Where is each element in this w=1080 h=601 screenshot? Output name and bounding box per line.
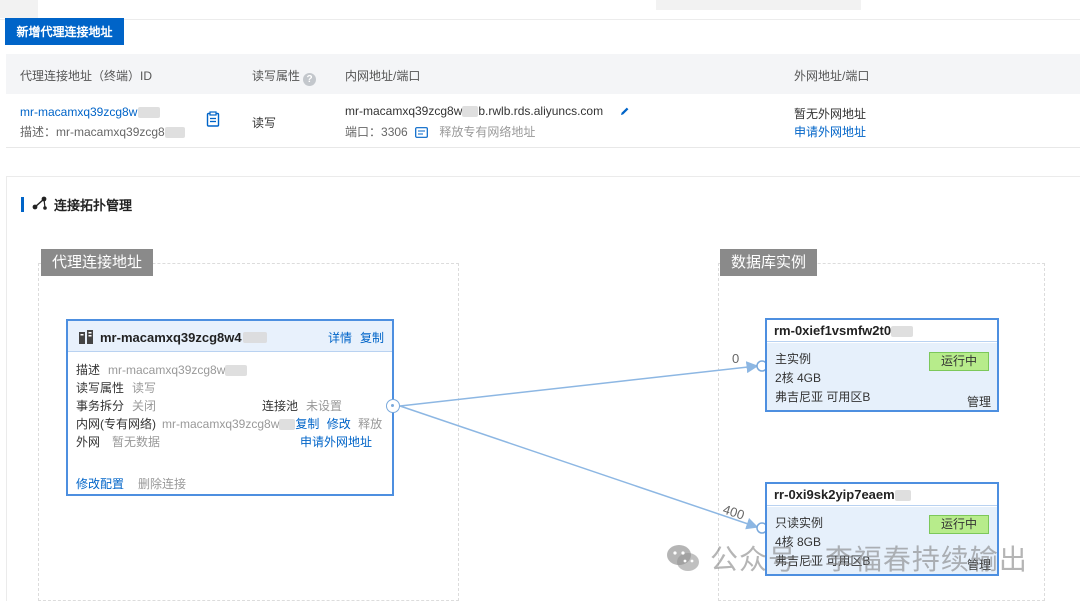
redacted <box>462 106 479 118</box>
top-strip <box>0 0 1080 20</box>
redacted <box>891 326 914 338</box>
proxy-id-link[interactable]: mr-macamxq39zcg8w <box>20 105 137 119</box>
db-primary-card: rm-0xief1vsmfw2t0 主实例 2核 4GB 弗吉尼亚 可用区B 运… <box>765 318 999 412</box>
vpc-edit-link[interactable]: 修改 <box>327 417 351 431</box>
field-split: 事务拆分 关闭 <box>76 399 157 413</box>
vpc-copy-link[interactable]: 复制 <box>295 417 319 431</box>
redacted <box>894 490 911 502</box>
redacted <box>242 331 267 343</box>
proxy-out-port[interactable] <box>386 399 400 413</box>
db-primary-status-badge: 运行中 <box>929 352 989 371</box>
db-readonly-status-badge: 运行中 <box>929 515 989 534</box>
proxy-apply-public-link[interactable]: 申请外网地址 <box>300 433 372 450</box>
modify-config-link[interactable]: 修改配置 <box>76 475 124 492</box>
copy-icon[interactable] <box>415 127 428 141</box>
redacted <box>279 419 296 431</box>
db-group-label: 数据库实例 <box>720 249 818 276</box>
redacted <box>164 127 185 139</box>
redacted <box>225 365 248 377</box>
top-strip-block <box>656 0 861 10</box>
row-id-cell: mr-macamxq39zcg8w <box>20 105 161 119</box>
proxy-node-title: mr-macamxq39zcg8w4 <box>78 329 267 345</box>
row-public-none: 暂无外网地址 <box>794 107 867 121</box>
db-readonly-name: rr-0xi9sk2yip7eaem <box>767 484 997 506</box>
proxy-detail-link[interactable]: 详情 <box>328 331 352 345</box>
col-intranet: 内网地址/端口 <box>345 69 421 83</box>
field-pool: 连接池 未设置 <box>262 399 343 413</box>
apply-public-link[interactable]: 申请外网地址 <box>794 123 866 140</box>
delete-connection-link[interactable]: 删除连接 <box>138 475 186 492</box>
vpc-release-link[interactable]: 释放 <box>358 417 382 431</box>
proxy-group-label: 代理连接地址 <box>41 249 154 276</box>
edit-desc-icon[interactable] <box>206 111 220 130</box>
redacted <box>138 107 161 119</box>
proxy-node-header: mr-macamxq39zcg8w4 详情 复制 <box>68 321 392 352</box>
field-rw: 读写属性 读写 <box>76 381 157 395</box>
wechat-icon <box>666 543 700 573</box>
row-intranet-address: mr-macamxq39zcg8w b.rwlb.rds.aliyuncs.com <box>345 104 630 119</box>
topology-title: 连接拓扑管理 <box>21 195 132 213</box>
col-rw: 读写属性? <box>252 67 317 86</box>
db-primary-role: 主实例 <box>775 352 812 366</box>
db-primary-zone: 弗吉尼亚 可用区B <box>775 390 871 404</box>
release-vpc-link[interactable]: 释放专有网络地址 <box>439 125 535 139</box>
help-icon[interactable]: ? <box>303 73 317 86</box>
row-desc: 描述：mr-macamxq39zcg8 <box>20 123 185 140</box>
topology-icon <box>32 195 48 214</box>
edit-pencil-icon[interactable] <box>620 105 630 119</box>
db-primary-name: rm-0xief1vsmfw2t0 <box>767 320 997 342</box>
db-primary-spec: 2核 4GB <box>775 371 822 385</box>
row-rw: 读写 <box>252 116 277 130</box>
add-proxy-address-button[interactable]: 新增代理连接地址 <box>5 18 124 45</box>
field-public: 外网 暂无数据 <box>76 435 161 449</box>
db-readonly-role: 只读实例 <box>775 516 824 530</box>
title-accent-bar <box>21 196 24 212</box>
db-primary-body: 主实例 2核 4GB 弗吉尼亚 可用区B 运行中 管理 <box>767 343 997 410</box>
proxy-node-icon <box>78 329 94 345</box>
db-primary-manage-link[interactable]: 管理 <box>967 393 991 410</box>
field-vpc: 内网(专有网络) mr-macamxq39zcg8w 复制 修改 释放 <box>76 417 383 431</box>
col-id: 代理连接地址（终端）ID <box>20 69 153 83</box>
table-row: mr-macamxq39zcg8w 描述：mr-macamxq39zcg8 读写… <box>6 94 1080 148</box>
field-desc: 描述 mr-macamxq39zcg8w <box>76 361 248 378</box>
row-port: 端口：3306 释放专有网络地址 <box>345 125 536 141</box>
table-header: 代理连接地址（终端）ID 读写属性? 内网地址/端口 外网地址/端口 <box>6 54 1080 94</box>
watermark: 公众号 · 李福春持续输出 <box>666 538 1028 578</box>
top-strip-block <box>0 0 38 18</box>
col-public: 外网地址/端口 <box>794 69 870 83</box>
proxy-copy-link[interactable]: 复制 <box>360 331 384 345</box>
proxy-node-actions: 详情 复制 <box>320 329 384 346</box>
proxy-node-card: mr-macamxq39zcg8w4 详情 复制 描述 mr-macamxq39zc… <box>66 319 394 496</box>
